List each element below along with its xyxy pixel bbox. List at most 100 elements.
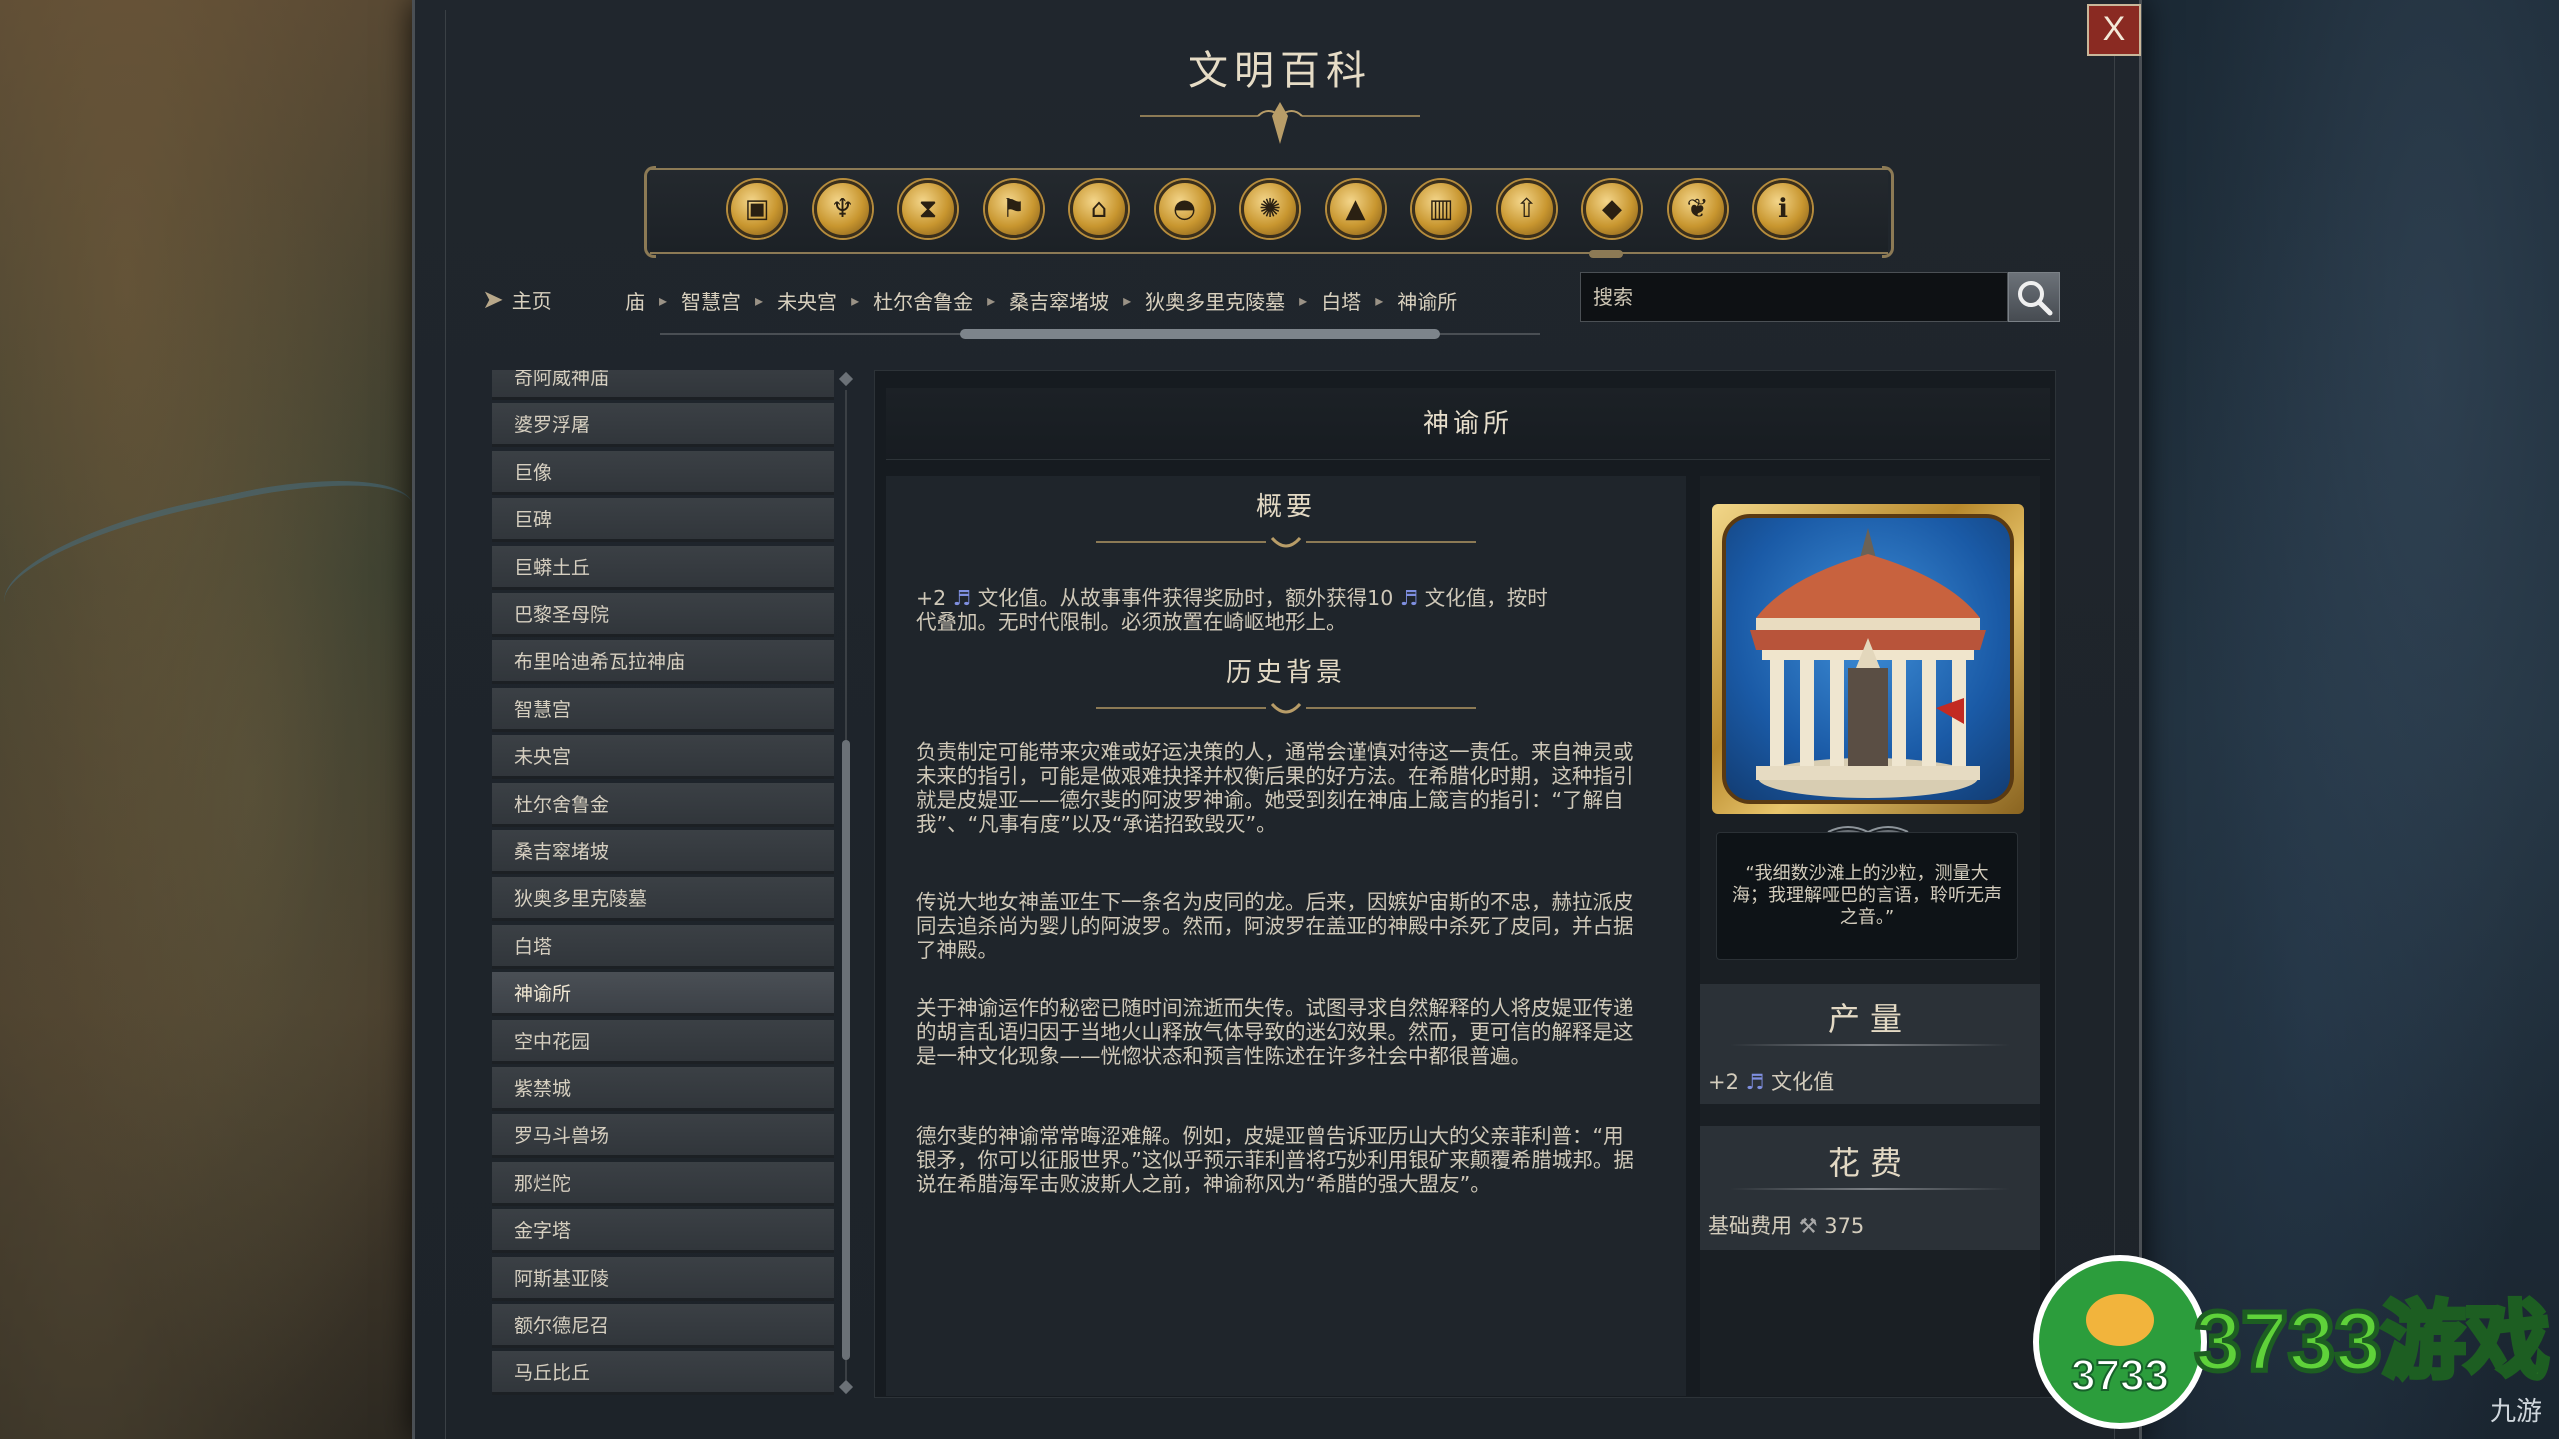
gifts-icon[interactable]: ▣ xyxy=(728,180,786,238)
list-item[interactable]: 桑吉窣堵坡 xyxy=(492,830,834,874)
oracle-temple-image xyxy=(1722,514,2014,804)
title-ornament xyxy=(1140,102,1420,144)
home-label: 主页 xyxy=(511,289,552,313)
entry-list-scroll-thumb[interactable] xyxy=(842,740,850,1360)
list-item[interactable]: 巨像 xyxy=(492,450,834,495)
watermark-sub-text: 九游 xyxy=(2490,1397,2542,1427)
overview-ornament xyxy=(1096,536,1476,548)
history-paragraph-3: 关于神谕运作的秘密已随时间流逝而失传。试图寻求自然解释的人将皮媞亚传递的胡言乱语… xyxy=(916,996,1634,1068)
list-item[interactable]: 婆罗浮屠 xyxy=(492,403,834,448)
city-icon[interactable]: ▥ xyxy=(1412,180,1470,238)
building-icon[interactable]: ⌂ xyxy=(1070,180,1128,238)
list-item[interactable]: 神谕所 xyxy=(492,972,834,1017)
watermark-badge-text: 3733 xyxy=(2071,1351,2169,1400)
yield-amount: +2 xyxy=(1708,1070,1739,1094)
breadcrumb-item[interactable]: 桑吉窣堵坡 xyxy=(1009,286,1109,315)
close-button[interactable]: X xyxy=(2087,4,2141,56)
list-item[interactable]: 马丘比丘 xyxy=(492,1351,834,1396)
breadcrumb-item[interactable]: 智慧宫 xyxy=(681,286,741,315)
cost-title: 花费 xyxy=(1827,1144,1912,1182)
breadcrumb-scroll-thumb[interactable] xyxy=(960,329,1440,339)
window-title: 文明百科 xyxy=(1188,48,1372,94)
category-bar-left-cap xyxy=(644,166,656,258)
helmet-icon[interactable]: ◓ xyxy=(1155,180,1214,238)
flag-icon[interactable]: ⚑ xyxy=(984,180,1043,238)
scroll-up-icon[interactable] xyxy=(838,371,854,387)
overview-line1b: 文化值，按时 xyxy=(1424,586,1548,610)
culture-note-icon: ♬ xyxy=(1399,586,1419,610)
cost-text: 基础费用 ⚒ 375 xyxy=(1708,1210,1864,1240)
yield-text: +2 ♬ 文化值 xyxy=(1708,1066,1834,1096)
list-item[interactable]: 白塔 xyxy=(492,924,834,969)
entry-list: 奇阿威神庙 婆罗浮屠 巨像 巨碑 巨蟒土丘 巴黎圣母院 布里哈迪希瓦拉神庙 智慧宫 未央宫 杜尔舍… xyxy=(492,370,834,1398)
list-item[interactable]: 布里哈迪希瓦拉神庙 xyxy=(492,640,834,685)
list-item[interactable]: 巨蟒土丘 xyxy=(492,545,834,590)
list-item[interactable]: 未央宫 xyxy=(492,735,834,780)
list-item[interactable]: 巴黎圣母院 xyxy=(492,593,834,637)
cost-divider xyxy=(1730,1188,2010,1190)
list-item[interactable]: 罗马斗兽场 xyxy=(492,1114,834,1159)
overview-line2: 代叠加。无时代限制。必须放置在崎岖地形上。 xyxy=(916,610,1347,634)
game-map-right xyxy=(2139,0,2559,1439)
list-item[interactable]: 巨碑 xyxy=(492,498,834,543)
info-icon[interactable]: ℹ xyxy=(1754,180,1812,238)
wonder-icon[interactable]: ◆ xyxy=(1583,180,1641,238)
back-arrow-icon: ➤ xyxy=(482,285,504,315)
search-icon xyxy=(2018,281,2053,316)
search-button[interactable] xyxy=(2008,272,2060,322)
cost-label: 基础费用 xyxy=(1708,1214,1792,1238)
overview-line1: 文化值。从故事事件获得奖励时，额外获得10 xyxy=(977,586,1394,610)
history-paragraph-4: 德尔斐的神谕常常晦涩难解。例如，皮媞亚曾告诉亚历山大的父亲菲利普：“用银矛，你可… xyxy=(916,1124,1634,1196)
list-item[interactable]: 杜尔舍鲁金 xyxy=(492,782,834,827)
category-selected-indicator xyxy=(1589,250,1623,258)
hammer-icon: ⚒ xyxy=(1798,1214,1818,1238)
list-item[interactable]: 阿斯基亚陵 xyxy=(492,1256,834,1301)
list-item[interactable]: 狄奥多里克陵墓 xyxy=(492,877,834,922)
list-item[interactable]: 空中花园 xyxy=(492,1019,834,1064)
yield-divider xyxy=(1730,1044,2010,1046)
history-title: 历史背景 xyxy=(1225,658,1346,688)
overview-prefix: +2 xyxy=(916,586,947,610)
goblet-icon[interactable]: ♆ xyxy=(813,180,872,238)
history-paragraph-1: 负责制定可能带来灾难或好运决策的人，通常会谨慎对待这一责任。来自神灵或未来的指引… xyxy=(916,740,1634,836)
breadcrumb-item[interactable]: 未央宫 xyxy=(777,286,837,315)
upgrade-arrow-icon[interactable]: ⇧ xyxy=(1497,180,1556,238)
breadcrumb-separator-icon: ▸ xyxy=(1123,290,1132,310)
history-paragraph-2: 传说大地女神盖亚生下一条名为皮同的龙。后来，因嫉妒宙斯的不忠，赫拉派皮同去追杀尚… xyxy=(916,890,1634,962)
history-ornament xyxy=(1096,702,1476,714)
list-item[interactable]: 额尔德尼召 xyxy=(492,1304,834,1348)
search-input[interactable]: 搜索 xyxy=(1580,272,2008,322)
list-item[interactable]: 那烂陀 xyxy=(492,1161,834,1206)
breadcrumb-scrollbar[interactable] xyxy=(660,328,1540,340)
yield-title: 产量 xyxy=(1827,1000,1912,1038)
breadcrumb-item[interactable]: 白塔 xyxy=(1321,286,1361,315)
cost-section: 花费 基础费用 ⚒ 375 xyxy=(1700,1126,2040,1250)
overview-title: 概要 xyxy=(1255,492,1316,522)
entry-list-scrollbar[interactable] xyxy=(838,370,854,1400)
cost-value: 375 xyxy=(1824,1214,1865,1238)
culture-note-icon: ♬ xyxy=(952,586,972,610)
category-bar-right-cap xyxy=(1882,166,1894,258)
list-item[interactable]: 紫禁城 xyxy=(492,1067,834,1111)
mountains-icon[interactable]: ▲ xyxy=(1326,180,1385,238)
breadcrumb-separator-icon: ▸ xyxy=(1299,290,1308,310)
home-link[interactable]: ➤ 主页 xyxy=(482,282,552,318)
breadcrumb-item[interactable]: 杜尔舍鲁金 xyxy=(873,286,973,315)
list-item[interactable]: 智慧宫 xyxy=(492,687,834,732)
breadcrumb-item[interactable]: 庙 xyxy=(625,286,645,315)
site-watermark-logo: 3733 3733游戏 九游 xyxy=(2033,1255,2552,1429)
atom-icon[interactable]: ✺ xyxy=(1241,180,1299,238)
watermark-brand-text: 3733游戏 xyxy=(2195,1294,2550,1388)
scroll-down-icon[interactable] xyxy=(838,1379,854,1395)
breadcrumb-item[interactable]: 狄奥多里克陵墓 xyxy=(1145,286,1285,315)
culture-note-icon: ♬ xyxy=(1745,1070,1765,1094)
breadcrumb-item[interactable]: 神谕所 xyxy=(1397,286,1457,315)
dove-icon[interactable]: ❦ xyxy=(1668,180,1727,238)
wonder-portrait xyxy=(1712,504,2024,814)
article-title: 神谕所 xyxy=(886,388,2050,460)
list-item[interactable]: 奇阿威神庙 xyxy=(492,370,834,400)
list-item[interactable]: 金字塔 xyxy=(492,1209,834,1254)
breadcrumb-separator-icon: ▸ xyxy=(659,290,668,310)
game-map-left xyxy=(0,0,420,1439)
hourglass-icon[interactable]: ⧗ xyxy=(899,180,957,238)
